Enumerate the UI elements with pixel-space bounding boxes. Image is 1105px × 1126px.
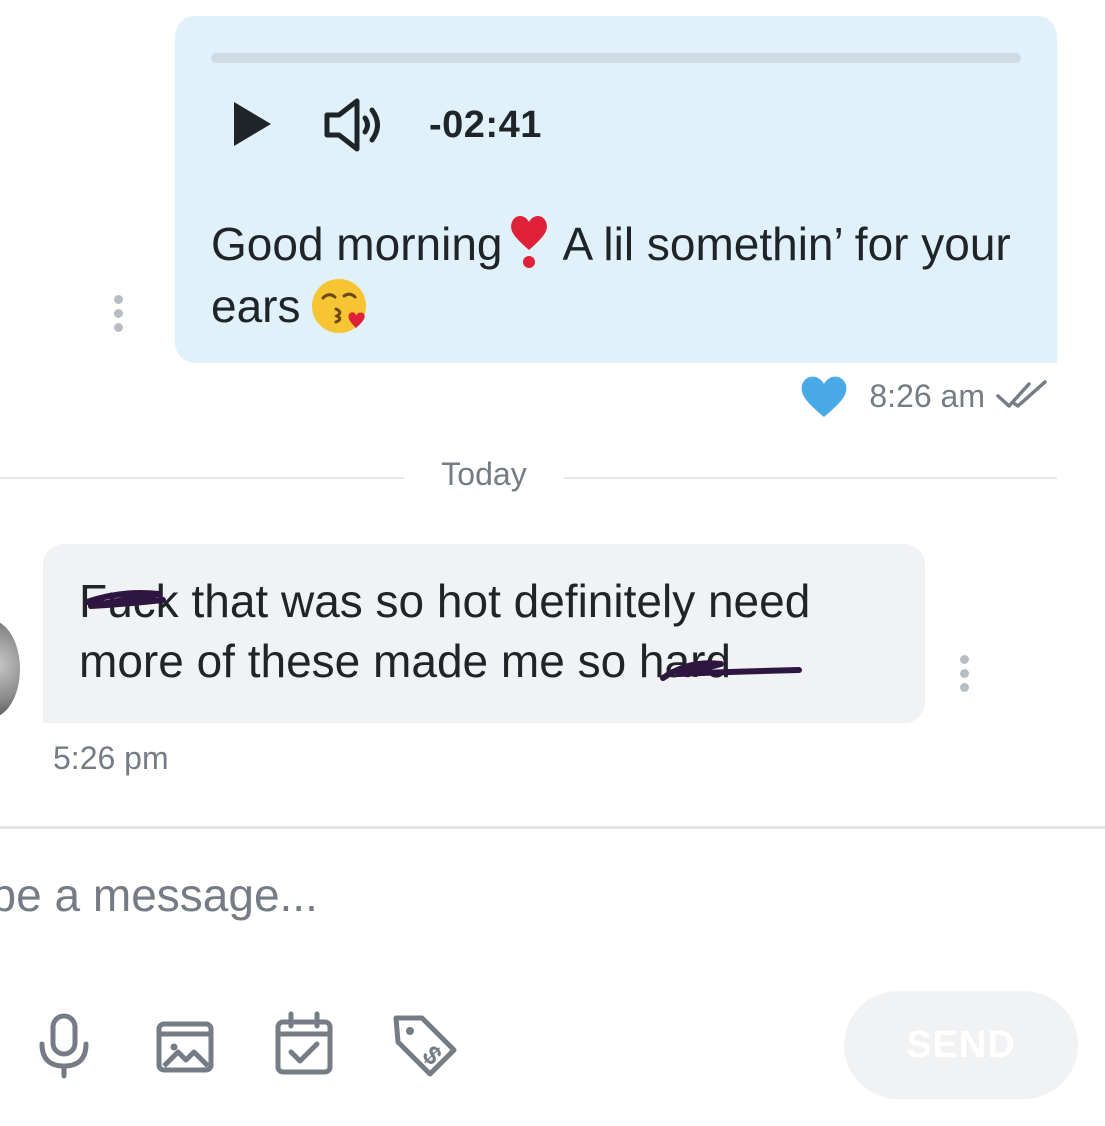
calendar-icon[interactable] bbox=[269, 1010, 339, 1080]
audio-progress-bar[interactable] bbox=[211, 53, 1021, 63]
outgoing-message-text-part1: Good morning bbox=[211, 218, 503, 270]
volume-icon[interactable] bbox=[323, 98, 387, 152]
send-button[interactable]: SEND bbox=[844, 991, 1078, 1099]
microphone-icon[interactable] bbox=[29, 1010, 99, 1080]
incoming-message-menu-button[interactable] bbox=[954, 655, 974, 695]
gallery-icon[interactable] bbox=[150, 1010, 220, 1080]
day-divider-label: Today bbox=[441, 456, 527, 492]
outgoing-message-text: Good morning A lil somethin’ for your ea… bbox=[211, 212, 1031, 337]
incoming-message-text: Fuck that was so hot definitely need mor… bbox=[79, 575, 811, 687]
message-input[interactable] bbox=[0, 860, 1042, 930]
composer-divider bbox=[0, 826, 1105, 829]
read-receipt-icon bbox=[996, 380, 1047, 408]
divider-line-left bbox=[0, 477, 404, 479]
heart-exclamation-emoji-icon bbox=[510, 216, 547, 268]
outgoing-message-time: 8:26 am bbox=[869, 377, 985, 414]
outgoing-message-meta: 8:26 am bbox=[799, 368, 1051, 424]
audio-time-remaining: -02:41 bbox=[429, 104, 542, 146]
outgoing-message-bubble: -02:41 Good morning A lil somethin’ for … bbox=[175, 16, 1057, 363]
outgoing-message-menu-button[interactable] bbox=[108, 295, 128, 335]
play-icon[interactable] bbox=[231, 102, 275, 146]
price-tag-icon[interactable]: $ bbox=[390, 1010, 460, 1080]
chat-screen: -02:41 Good morning A lil somethin’ for … bbox=[0, 0, 1105, 1126]
sender-avatar[interactable] bbox=[0, 620, 20, 718]
face-blowing-kiss-emoji-icon bbox=[312, 279, 367, 333]
incoming-message-time: 5:26 pm bbox=[53, 740, 169, 776]
divider-line-right bbox=[564, 477, 1057, 479]
like-heart-icon[interactable] bbox=[799, 373, 849, 419]
incoming-message-bubble: Fuck that was so hot definitely need mor… bbox=[43, 544, 925, 723]
